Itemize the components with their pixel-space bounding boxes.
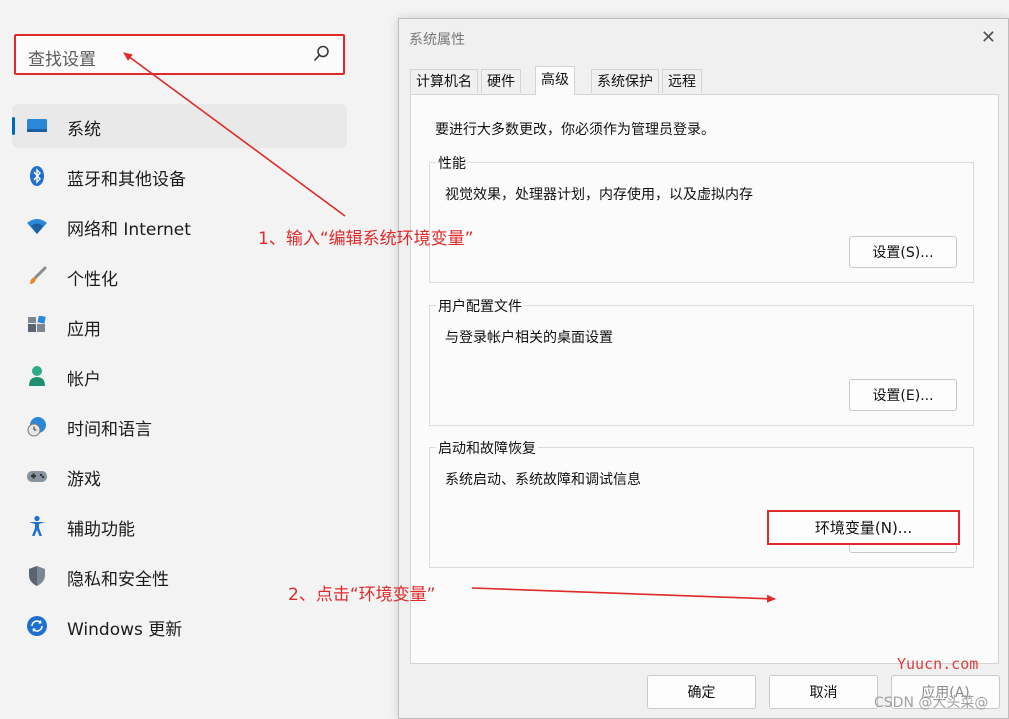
nav-label: 游戏 xyxy=(67,470,101,490)
group-description: 系统启动、系统故障和调试信息 xyxy=(445,472,641,488)
group-title: 性能 xyxy=(436,153,468,173)
wifi-icon xyxy=(26,215,48,237)
group-description: 视觉效果，处理器计划，内存使用，以及虚拟内存 xyxy=(445,187,753,203)
close-icon[interactable]: ✕ xyxy=(981,27,996,48)
nav-item-bluetooth[interactable]: 蓝牙和其他设备 xyxy=(12,154,347,198)
group-title: 启动和故障恢复 xyxy=(436,438,538,458)
watermark-csdn: CSDN @大头菜@ xyxy=(874,695,989,711)
nav-item-gaming[interactable]: 游戏 xyxy=(12,454,347,498)
dialog-title: 系统属性 xyxy=(409,32,465,48)
nav-item-accounts[interactable]: 帐户 xyxy=(12,354,347,398)
environment-variables-button[interactable]: 环境变量(N)... xyxy=(767,510,960,545)
performance-group: 性能 视觉效果，处理器计划，内存使用，以及虚拟内存 设置(S)... xyxy=(429,153,974,283)
paintbrush-icon xyxy=(26,265,48,287)
tab-hardware[interactable]: 硬件 xyxy=(481,69,521,93)
nav-label: 隐私和安全性 xyxy=(67,570,169,590)
gamepad-icon xyxy=(26,465,48,487)
nav-item-accessibility[interactable]: 辅助功能 xyxy=(12,504,347,548)
ok-button[interactable]: 确定 xyxy=(647,675,756,709)
nav-label: 系统 xyxy=(67,120,101,140)
search-placeholder: 查找设置 xyxy=(28,50,96,70)
system-display-icon xyxy=(26,115,48,137)
nav-item-personalization[interactable]: 个性化 xyxy=(12,254,347,298)
nav-item-time-language[interactable]: 时间和语言 xyxy=(12,404,347,448)
clock-globe-icon xyxy=(26,415,48,437)
apps-icon xyxy=(26,315,48,337)
annotation-step2: 2、点击“环境变量” xyxy=(288,585,436,605)
advanced-tab-panel: 要进行大多数更改，你必须作为管理员登录。 性能 视觉效果，处理器计划，内存使用，… xyxy=(410,94,999,664)
cancel-button[interactable]: 取消 xyxy=(769,675,878,709)
accessibility-icon xyxy=(26,515,48,537)
selection-indicator xyxy=(12,117,15,135)
update-icon xyxy=(26,615,48,637)
admin-note: 要进行大多数更改，你必须作为管理员登录。 xyxy=(435,122,715,138)
watermark-site: Yuucn.com xyxy=(897,655,979,673)
shield-icon xyxy=(26,565,48,587)
tab-system-protection[interactable]: 系统保护 xyxy=(591,69,659,93)
annotation-step1: 1、输入“编辑系统环境变量” xyxy=(258,229,474,249)
nav-label: 蓝牙和其他设备 xyxy=(67,170,186,190)
group-title: 用户配置文件 xyxy=(436,296,524,316)
nav-label: 帐户 xyxy=(67,370,101,390)
nav-label: 时间和语言 xyxy=(67,420,152,440)
nav-label: Windows 更新 xyxy=(67,620,183,640)
nav-label: 辅助功能 xyxy=(67,520,135,540)
bluetooth-icon xyxy=(26,165,48,187)
tab-computer-name[interactable]: 计算机名 xyxy=(410,69,478,93)
tab-remote[interactable]: 远程 xyxy=(662,69,702,93)
settings-window: 查找设置 系统 蓝牙和其他设备 网络和 Internet 个性化 应用 帐户 时… xyxy=(0,0,400,719)
search-input[interactable]: 查找设置 xyxy=(14,34,345,75)
nav-label: 应用 xyxy=(67,320,101,340)
nav-item-windows-update[interactable]: Windows 更新 xyxy=(12,604,347,648)
group-description: 与登录帐户相关的桌面设置 xyxy=(445,330,613,346)
system-properties-dialog: 系统属性 ✕ 计算机名 硬件 高级 系统保护 远程 要进行大多数更改，你必须作为… xyxy=(398,18,1009,719)
user-profile-group: 用户配置文件 与登录帐户相关的桌面设置 设置(E)... xyxy=(429,296,974,426)
tab-advanced[interactable]: 高级 xyxy=(535,66,575,95)
nav-item-apps[interactable]: 应用 xyxy=(12,304,347,348)
nav-label: 个性化 xyxy=(67,270,118,290)
startup-recovery-group: 启动和故障恢复 系统启动、系统故障和调试信息 设置(T)... xyxy=(429,438,974,568)
nav-item-system[interactable]: 系统 xyxy=(12,104,347,148)
performance-settings-button[interactable]: 设置(S)... xyxy=(849,236,957,268)
profile-settings-button[interactable]: 设置(E)... xyxy=(849,379,957,411)
nav-label: 网络和 Internet xyxy=(67,220,191,240)
account-icon xyxy=(26,365,48,387)
search-icon xyxy=(314,45,329,61)
